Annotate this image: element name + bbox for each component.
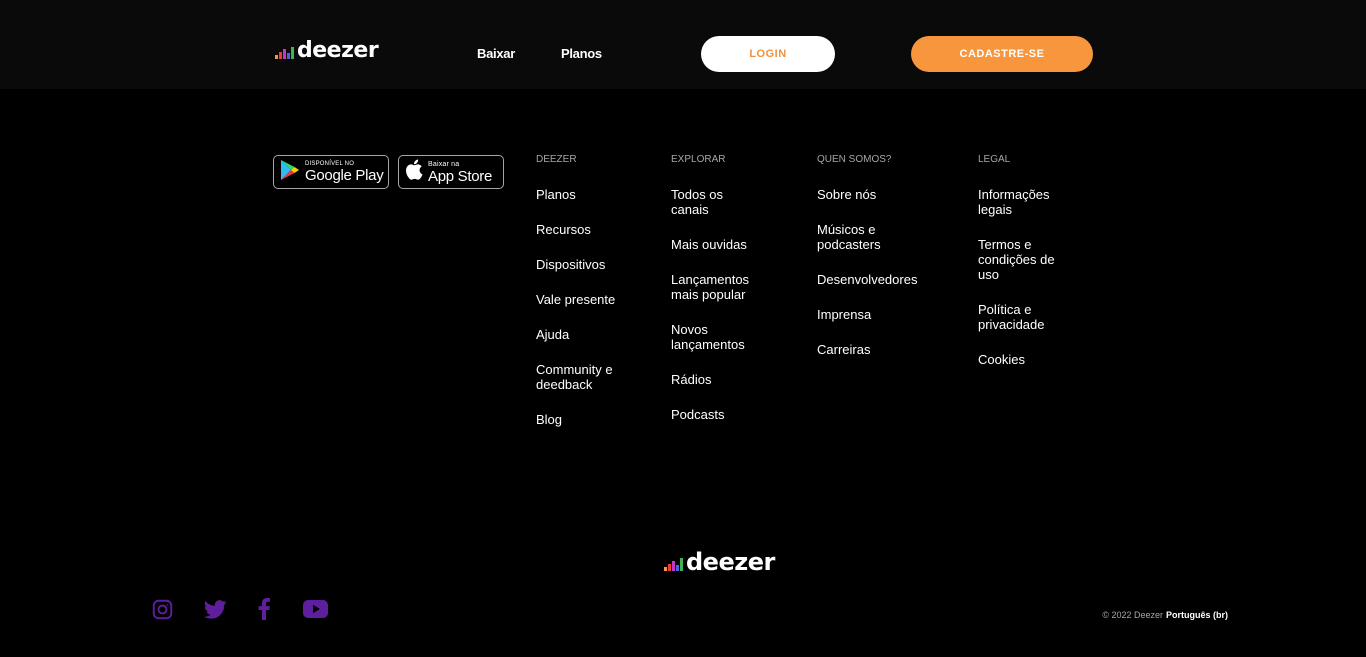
app-store-small-text: Baixar na xyxy=(428,160,460,168)
footer-link-all-channels[interactable]: Todos os canais xyxy=(671,187,761,217)
footer-link-legal-info[interactable]: Informações legais xyxy=(978,187,1063,217)
app-store-badge[interactable]: Baixar na App Store xyxy=(398,155,504,189)
footer-link-community[interactable]: Community e deedback xyxy=(536,362,616,392)
nav-plans-link[interactable]: Planos xyxy=(561,46,602,61)
footer-link-radios[interactable]: Rádios xyxy=(671,372,761,387)
footer-column-deezer: DEEZER Planos Recursos Dispositivos Vale… xyxy=(536,153,616,447)
footer-link-resources[interactable]: Recursos xyxy=(536,222,616,237)
footer-link-about-us[interactable]: Sobre nós xyxy=(817,187,927,202)
footer-link-popular-releases[interactable]: Lançamentos mais popular xyxy=(671,272,761,302)
google-play-icon xyxy=(280,159,300,186)
login-button[interactable]: LOGIN xyxy=(701,36,835,72)
copyright: © 2022 Deezer Português (br) xyxy=(1102,610,1228,620)
footer-link-developers[interactable]: Desenvolvedores xyxy=(817,272,927,287)
app-store-big-text: App Store xyxy=(428,167,493,185)
footer-link-cookies[interactable]: Cookies xyxy=(978,352,1063,367)
footer-link-help[interactable]: Ajuda xyxy=(536,327,616,342)
footer-link-new-releases[interactable]: Novos lançamentos xyxy=(671,322,761,352)
footer-link-terms[interactable]: Termos e condições de uso xyxy=(978,237,1063,282)
footer-column-legal: LEGAL Informações legais Termos e condiç… xyxy=(978,153,1063,387)
logo-wordmark: deezer xyxy=(686,548,775,576)
copyright-text: © 2022 Deezer xyxy=(1102,610,1163,620)
logo-wordmark: deezer xyxy=(297,38,379,63)
footer-column-heading: LEGAL xyxy=(978,154,1011,165)
apple-icon xyxy=(405,159,423,185)
footer-link-most-played[interactable]: Mais ouvidas xyxy=(671,237,761,252)
twitter-icon[interactable] xyxy=(203,598,227,620)
footer-link-press[interactable]: Imprensa xyxy=(817,307,927,322)
footer-column-heading: EXPLORAR xyxy=(671,154,726,165)
footer-column-heading: DEEZER xyxy=(536,154,577,165)
nav-download-link[interactable]: Baixar xyxy=(477,46,515,61)
logo-equalizer-icon xyxy=(275,47,294,59)
footer-link-musicians[interactable]: Músicos e podcasters xyxy=(817,222,927,252)
footer-column-explorar: EXPLORAR Todos os canais Mais ouvidas La… xyxy=(671,153,761,442)
language-selector[interactable]: Português (br) xyxy=(1166,610,1228,620)
footer-link-plans[interactable]: Planos xyxy=(536,187,616,202)
footer-column-heading: QUEN SOMOS? xyxy=(817,154,892,165)
footer-link-blog[interactable]: Blog xyxy=(536,412,616,427)
google-play-big-text: Google Play xyxy=(305,167,384,184)
facebook-icon[interactable] xyxy=(256,598,272,620)
footer-deezer-logo[interactable]: deezer xyxy=(664,550,775,574)
google-play-badge[interactable]: DISPONÍVEL NO Google Play xyxy=(273,155,389,189)
top-navbar: deezer Baixar Planos LOGIN CADASTRE-SE xyxy=(0,0,1366,89)
deezer-logo[interactable]: deezer xyxy=(275,38,379,63)
signup-button[interactable]: CADASTRE-SE xyxy=(911,36,1093,72)
footer-link-podcasts[interactable]: Podcasts xyxy=(671,407,761,422)
footer-link-careers[interactable]: Carreiras xyxy=(817,342,927,357)
instagram-icon[interactable] xyxy=(151,598,173,620)
footer-link-privacy[interactable]: Política e privacidade xyxy=(978,302,1063,332)
youtube-icon[interactable] xyxy=(303,598,328,620)
footer-column-about: QUEN SOMOS? Sobre nós Músicos e podcaste… xyxy=(817,153,927,377)
logo-equalizer-icon xyxy=(664,558,683,571)
footer-link-gift-card[interactable]: Vale presente xyxy=(536,292,616,307)
footer-link-devices[interactable]: Dispositivos xyxy=(536,257,616,272)
